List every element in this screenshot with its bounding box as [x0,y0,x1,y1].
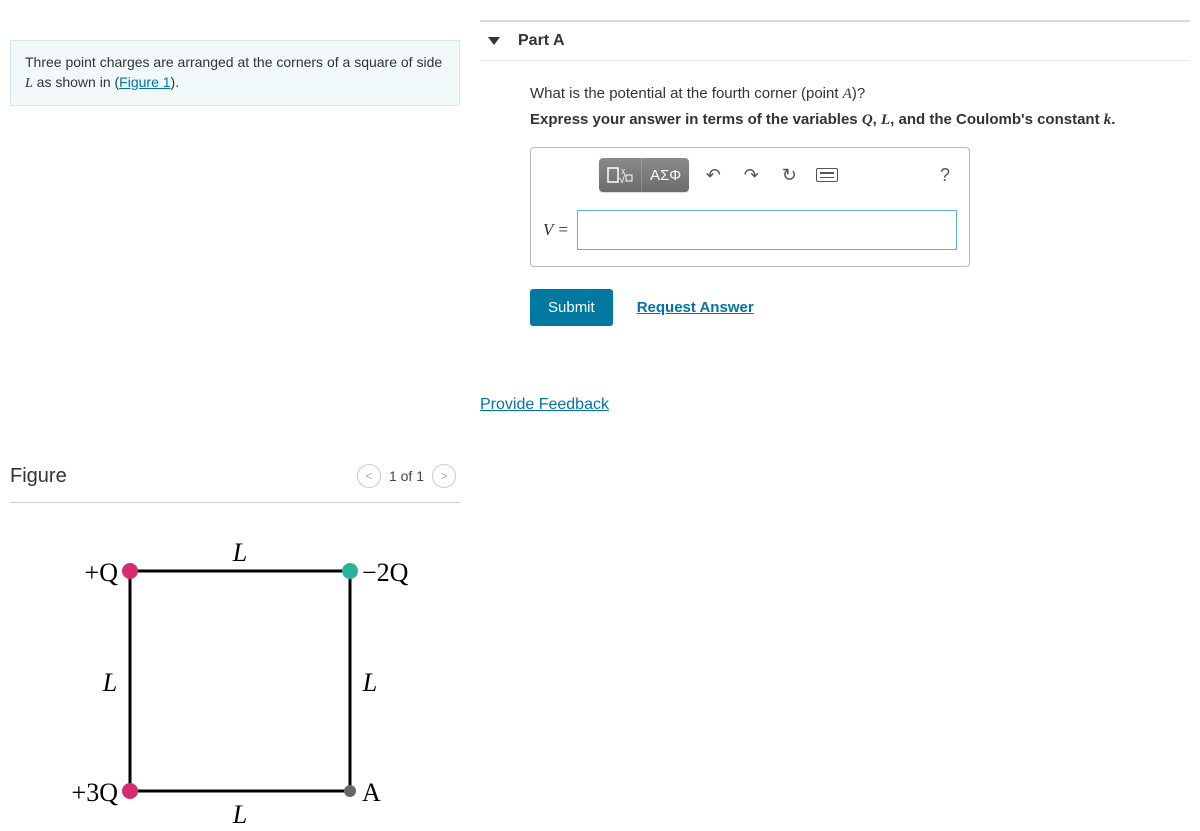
figure-prev-button[interactable]: < [357,464,381,488]
prompt-text-3: ). [171,74,180,90]
answer-input-row: V = [531,202,969,266]
request-answer-link[interactable]: Request Answer [637,299,754,316]
keyboard-icon [816,168,838,182]
figure-nav-text: 1 of 1 [389,468,424,484]
figure-link[interactable]: Figure 1 [119,74,170,90]
instruction-text: Express your answer in terms of the vari… [530,111,1180,129]
side-label-top: L [232,538,247,567]
redo-button[interactable]: ↷ [737,161,765,189]
provide-feedback-link[interactable]: Provide Feedback [480,396,609,414]
side-label-bottom: L [232,800,247,829]
prompt-text-1: Three point charges are arranged at the … [25,54,442,70]
part-title: Part A [518,32,565,50]
undo-button[interactable]: ↶ [699,161,727,189]
question-text: What is the potential at the fourth corn… [530,85,1180,103]
figure-nav: < 1 of 1 > [357,464,456,488]
side-label-right: L [362,668,377,697]
keyboard-button[interactable] [813,161,841,189]
figure-diagram: +Q −2Q +3Q A L L L L [40,531,460,831]
answer-box: x √ ΑΣΦ ↶ ↷ ↻ ? [530,147,970,267]
collapse-icon [488,37,500,45]
part-body: What is the potential at the fourth corn… [480,61,1190,336]
corner-A-label: A [362,778,381,807]
help-button[interactable]: ? [933,163,957,187]
problem-prompt: Three point charges are arranged at the … [10,40,460,106]
figure-header: Figure < 1 of 1 > [10,456,460,503]
templates-button[interactable]: x √ [599,158,642,192]
greek-button[interactable]: ΑΣΦ [642,158,689,192]
charge-top-right: −2Q [362,558,409,587]
toolbar-group-templates: x √ ΑΣΦ [599,158,689,192]
charge-top-left: +Q [85,558,119,587]
reset-button[interactable]: ↻ [775,161,803,189]
figure-title: Figure [10,465,67,488]
prompt-var-L: L [25,76,33,91]
variable-label: V = [543,220,569,240]
submit-button[interactable]: Submit [530,289,613,326]
svg-text:√: √ [619,174,626,185]
prompt-text-2: as shown in ( [33,74,119,90]
template-icon: x √ [607,165,633,185]
part-header[interactable]: Part A [480,20,1190,61]
charge-bottom-left: +3Q [72,778,119,807]
figure-area: +Q −2Q +3Q A L L L L [10,503,460,831]
action-row: Submit Request Answer [530,289,1180,326]
answer-input[interactable] [577,210,957,250]
equation-toolbar: x √ ΑΣΦ ↶ ↷ ↻ ? [531,148,969,202]
figure-next-button[interactable]: > [432,464,456,488]
side-label-left: L [102,668,117,697]
